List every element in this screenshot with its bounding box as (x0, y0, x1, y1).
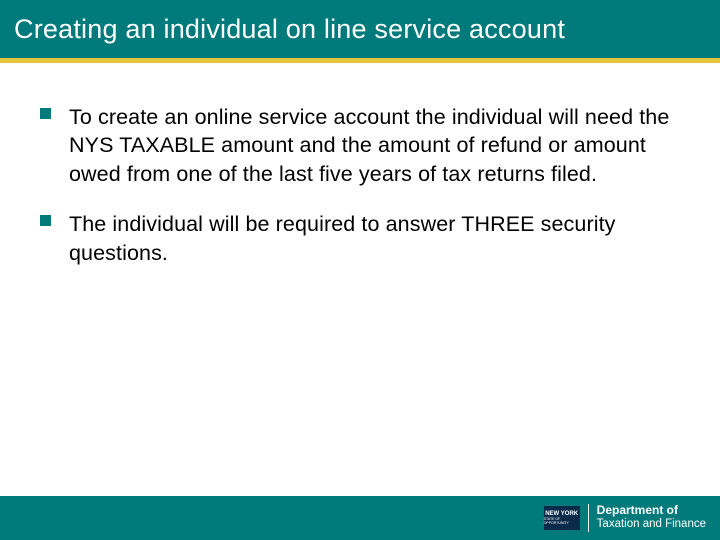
bullet-text: To create an online service account the … (69, 103, 680, 188)
footer-department: Department of Taxation and Finance (597, 504, 706, 531)
dept-line-2: Taxation and Finance (597, 518, 706, 531)
list-item: To create an online service account the … (40, 103, 680, 188)
dept-line-1: Department of (597, 504, 706, 518)
header-bar: Creating an individual on line service a… (0, 0, 720, 58)
slide: Creating an individual on line service a… (0, 0, 720, 540)
footer-bar: NEW YORK STATE OF OPPORTUNITY Department… (0, 496, 720, 540)
bullet-text: The individual will be required to answe… (69, 210, 680, 267)
page-title: Creating an individual on line service a… (14, 14, 565, 45)
footer-divider (588, 504, 589, 532)
footer-logo: NEW YORK STATE OF OPPORTUNITY Department… (544, 504, 706, 532)
nys-seal-icon: NEW YORK STATE OF OPPORTUNITY (544, 506, 580, 530)
seal-text-bottom: STATE OF OPPORTUNITY (544, 518, 580, 525)
square-bullet-icon (40, 108, 51, 119)
list-item: The individual will be required to answe… (40, 210, 680, 267)
content-area: To create an online service account the … (0, 63, 720, 267)
square-bullet-icon (40, 215, 51, 226)
